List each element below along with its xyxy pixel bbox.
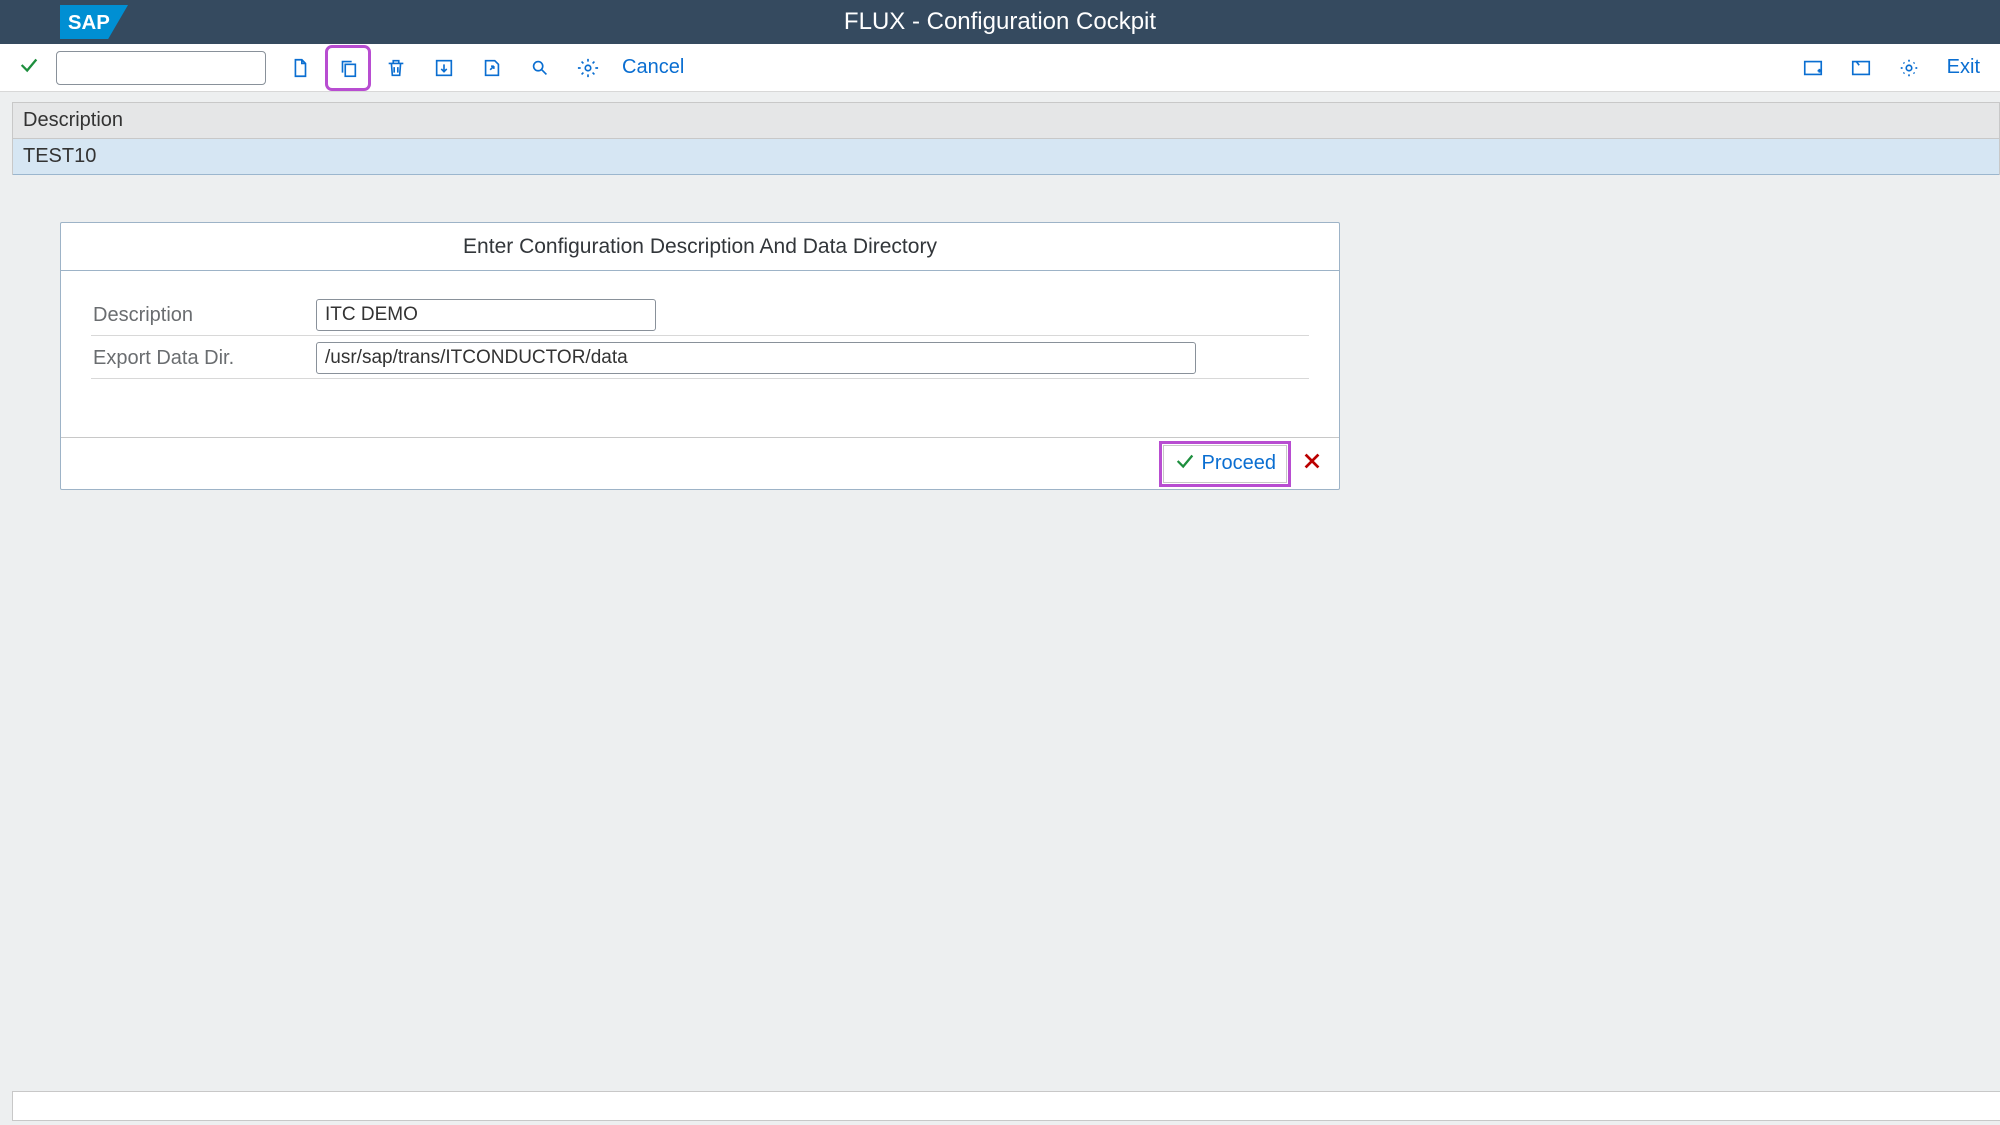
dialog-title: Enter Configuration Description And Data… <box>463 235 937 259</box>
export-button[interactable] <box>474 50 510 86</box>
chevron-down-icon <box>235 57 257 79</box>
description-table: Description TEST10 <box>12 102 2000 175</box>
dialog-footer: Proceed <box>61 437 1339 489</box>
close-window-button[interactable] <box>1843 50 1879 86</box>
inspect-button[interactable] <box>522 50 558 86</box>
app-header: SAP FLUX - Configuration Cockpit <box>0 0 2000 44</box>
accept-button[interactable] <box>18 54 40 82</box>
form-row-export-dir: Export Data Dir. <box>91 342 1309 379</box>
content-area: Description TEST10 Enter Configuration D… <box>0 92 2000 1125</box>
window-add-icon <box>1802 57 1824 79</box>
config-dialog: Enter Configuration Description And Data… <box>60 222 1340 490</box>
settings-button[interactable] <box>570 50 606 86</box>
table-row[interactable]: TEST10 <box>13 139 1999 175</box>
copy-icon <box>337 57 359 79</box>
proceed-label: Proceed <box>1202 452 1277 475</box>
config-dropdown[interactable] <box>56 51 266 85</box>
dialog-header: Enter Configuration Description And Data… <box>61 223 1339 271</box>
exit-button[interactable]: Exit <box>1939 56 1988 79</box>
menu-icon <box>72 236 94 258</box>
check-icon <box>1174 450 1196 478</box>
new-window-button[interactable] <box>1795 50 1831 86</box>
cancel-button[interactable]: Cancel <box>612 56 694 79</box>
copy-button[interactable] <box>330 50 366 86</box>
right-toolbar: Exit <box>1789 50 1988 86</box>
gear-small-icon <box>1898 57 1920 79</box>
export-icon <box>481 57 503 79</box>
new-button[interactable] <box>282 50 318 86</box>
import-icon <box>433 57 455 79</box>
document-icon <box>289 57 311 79</box>
description-input[interactable] <box>316 299 656 331</box>
export-dir-label: Export Data Dir. <box>91 347 316 370</box>
import-button[interactable] <box>426 50 462 86</box>
page-title: FLUX - Configuration Cockpit <box>844 8 1156 36</box>
close-icon <box>1306 236 1328 258</box>
delete-button[interactable] <box>378 50 414 86</box>
export-dir-input[interactable] <box>316 342 1196 374</box>
wrench-search-icon <box>529 57 551 79</box>
gear-icon <box>577 57 599 79</box>
chevron-left-icon <box>12 11 34 33</box>
dialog-menu-button[interactable] <box>61 236 105 258</box>
proceed-button[interactable]: Proceed <box>1163 445 1288 483</box>
form-row-description: Description <box>91 299 1309 336</box>
check-icon <box>18 54 40 76</box>
sap-logo: SAP <box>46 5 142 39</box>
svg-text:SAP: SAP <box>68 12 110 34</box>
window-close-icon <box>1850 57 1872 79</box>
toolbar: Cancel Exit <box>0 44 2000 92</box>
tools-button[interactable] <box>1891 50 1927 86</box>
x-icon <box>1301 450 1323 472</box>
column-header-description[interactable]: Description <box>13 103 1999 139</box>
trash-icon <box>385 57 407 79</box>
status-bar <box>12 1091 2000 1121</box>
back-button[interactable] <box>0 0 46 44</box>
description-label: Description <box>91 304 316 327</box>
dialog-close-button[interactable] <box>1295 236 1339 258</box>
dialog-body: Description Export Data Dir. <box>61 271 1339 437</box>
dialog-cancel-button[interactable] <box>1295 446 1329 482</box>
